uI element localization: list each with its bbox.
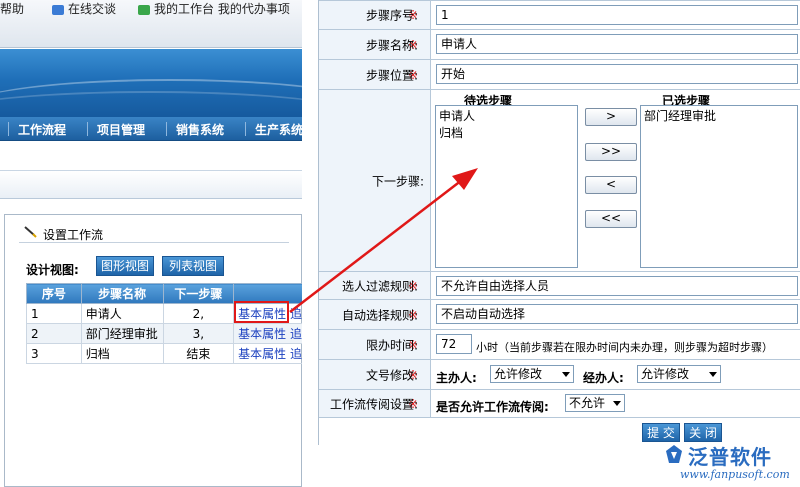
- add-step-button[interactable]: >: [585, 108, 637, 126]
- more-link[interactable]: 追: [290, 327, 302, 341]
- step-position-input[interactable]: 开始: [436, 64, 798, 84]
- row-circulate: ※ 工作流传阅设置: 是否允许工作流传阅: 不允许: [319, 390, 800, 418]
- highlight-box: [234, 301, 289, 323]
- design-view-label: 设计视图:: [26, 263, 79, 277]
- row-step-position: ※ 步骤位置: 开始: [319, 60, 800, 90]
- main-nav: 工作流程 项目管理 销售系统 生产系统: [0, 117, 302, 141]
- host-edit-select[interactable]: 允许修改: [490, 365, 574, 383]
- table-row: 2 部门经理审批 3, 基本属性 追: [26, 323, 302, 344]
- chat-icon: [52, 4, 64, 15]
- toolbar-item-chat[interactable]: 在线交谈: [52, 0, 116, 17]
- list-item[interactable]: 部门经理审批: [644, 107, 794, 124]
- list-item[interactable]: 归档: [439, 124, 574, 141]
- chevron-down-icon: [709, 372, 717, 377]
- row-auto-select: ※ 自动选择规则: 不启动自动选择: [319, 300, 800, 330]
- remove-step-button[interactable]: <: [585, 176, 637, 194]
- row-time-limit: ※ 限办时间: 72 小时（当前步骤若在限办时间内未办理，则步骤为超时步骤）: [319, 330, 800, 360]
- brand-logo-icon: [666, 445, 682, 463]
- graph-view-button[interactable]: 图形视图: [96, 256, 154, 276]
- cell-name: 归档: [80, 343, 164, 364]
- remove-all-steps-button[interactable]: <<: [585, 210, 637, 228]
- row-doc-edit: ※ 文号修改: 主办人: 允许修改 经办人: 允许修改: [319, 360, 800, 390]
- row-step-name: ※ 步骤名称: 申请人: [319, 30, 800, 60]
- top-toolbar: 帮助 在线交谈 我的工作台 我的代办事项: [0, 0, 302, 48]
- time-limit-label: 限办时间:: [365, 338, 418, 352]
- more-link[interactable]: 追: [290, 347, 302, 361]
- co-label: 经办人:: [583, 371, 624, 385]
- sub-toolbar: [0, 171, 302, 199]
- table-row: 3 归档 结束 基本属性 追: [26, 343, 302, 364]
- step-position-label: 步骤位置:: [365, 68, 418, 82]
- nav-item-projects[interactable]: 项目管理: [97, 121, 145, 138]
- workflow-app-window: 帮助 在线交谈 我的工作台 我的代办事项 工作流程 项目管理 销售系统 生产系统…: [0, 0, 302, 487]
- sub-strip: [0, 141, 302, 171]
- more-link[interactable]: 追: [290, 307, 302, 321]
- chevron-down-icon: [562, 372, 570, 377]
- basic-properties-link[interactable]: 基本属性: [238, 347, 286, 361]
- list-item[interactable]: 申请人: [439, 107, 574, 124]
- panel-title-bar: 设置工作流: [19, 221, 289, 243]
- watermark-url: www.fanpusoft.com: [680, 468, 790, 481]
- filter-rule-label: 选人过滤规则:: [341, 279, 418, 293]
- cell-next: 2,: [162, 303, 235, 324]
- list-view-button[interactable]: 列表视图: [162, 256, 224, 276]
- cell-no: 3: [26, 343, 82, 364]
- col-header-name: 步骤名称: [80, 283, 164, 304]
- close-button[interactable]: 关 闭: [684, 423, 722, 442]
- add-all-steps-button[interactable]: >>: [585, 143, 637, 161]
- circulate-label: 工作流传阅设置:: [329, 397, 418, 411]
- watermark: 泛普软件 www.fanpusoft.com: [658, 441, 798, 485]
- selected-steps-list[interactable]: 部门经理审批: [640, 105, 798, 268]
- time-limit-input[interactable]: 72: [436, 334, 472, 354]
- co-edit-select[interactable]: 允许修改: [637, 365, 721, 383]
- basic-properties-link[interactable]: 基本属性: [238, 327, 286, 341]
- row-filter-rule: ※ 选人过滤规则: 不允许自由选择人员: [319, 272, 800, 300]
- steps-table: 序号 步骤名称 下一步骤 1 申请人 2, 基本属性 追 2 部门经理审批 3,: [26, 283, 302, 364]
- host-label: 主办人:: [436, 371, 477, 385]
- step-no-input[interactable]: 1: [436, 5, 798, 25]
- time-limit-hint: 小时（当前步骤若在限办时间内未办理，则步骤为超时步骤）: [476, 341, 773, 354]
- cell-name: 申请人: [80, 303, 164, 324]
- cell-no: 1: [26, 303, 82, 324]
- auto-select-select[interactable]: 不启动自动选择: [436, 304, 798, 324]
- cell-actions: 基本属性 追: [233, 323, 302, 344]
- circulate-question: 是否允许工作流传阅:: [436, 400, 549, 414]
- col-header-no: 序号: [26, 283, 82, 304]
- row-step-no: ※ 步骤序号: 1: [319, 0, 800, 30]
- chevron-down-icon: [613, 401, 621, 406]
- workflow-settings-panel: 设置工作流 设计视图: 图形视图 列表视图 序号 步骤名称 下一步骤 1 申请人…: [4, 214, 302, 487]
- header-banner: [0, 49, 302, 117]
- cell-name: 部门经理审批: [80, 323, 164, 344]
- auto-select-label: 自动选择规则:: [341, 308, 418, 322]
- submit-button[interactable]: 提 交: [642, 423, 680, 442]
- panel-title: 设置工作流: [43, 228, 104, 242]
- nav-item-sales[interactable]: 销售系统: [176, 121, 224, 138]
- pen-icon: [24, 226, 37, 238]
- circulate-select[interactable]: 不允许: [565, 394, 625, 412]
- step-name-input[interactable]: 申请人: [436, 34, 798, 54]
- desk-icon: [138, 4, 150, 15]
- cell-actions: 基本属性 追: [233, 343, 302, 364]
- watermark-brand: 泛普软件: [688, 445, 772, 469]
- step-name-label: 步骤名称:: [365, 38, 418, 52]
- toolbar-item-help[interactable]: 帮助: [0, 0, 24, 17]
- available-steps-list[interactable]: 申请人 归档: [435, 105, 578, 268]
- nav-item-production[interactable]: 生产系统: [255, 121, 302, 138]
- col-header-next: 下一步骤: [162, 283, 235, 304]
- doc-edit-label: 文号修改:: [365, 368, 418, 382]
- cell-no: 2: [26, 323, 82, 344]
- nav-item-workflow[interactable]: 工作流程: [18, 121, 66, 138]
- toolbar-item-desk[interactable]: 我的工作台 我的代办事项: [138, 0, 290, 17]
- cell-next: 结束: [162, 343, 235, 364]
- step-no-label: 步骤序号:: [365, 8, 418, 23]
- next-step-label: 下一步骤:: [371, 174, 424, 188]
- filter-rule-select[interactable]: 不允许自由选择人员: [436, 276, 798, 296]
- cell-next: 3,: [162, 323, 235, 344]
